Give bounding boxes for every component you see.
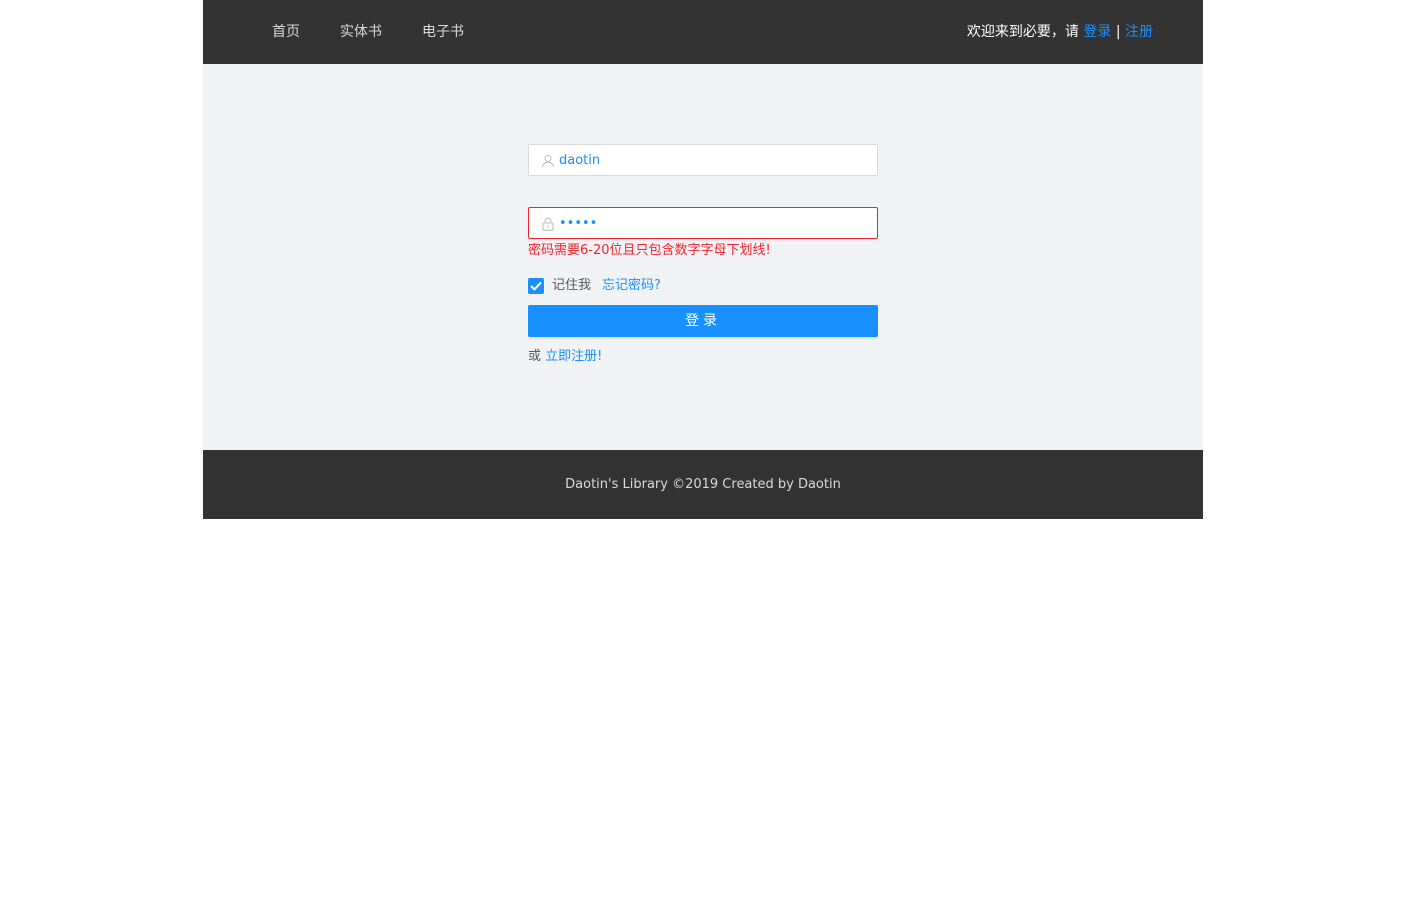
user-icon bbox=[541, 153, 555, 168]
checkmark-icon bbox=[530, 281, 542, 291]
forgot-password-link[interactable]: 忘记密码? bbox=[602, 277, 661, 295]
login-button[interactable]: 登录 bbox=[528, 305, 878, 337]
footer-copyright: Daotin's Library ©2019 Created by Daotin bbox=[565, 477, 841, 492]
remember-checkbox[interactable] bbox=[528, 278, 544, 294]
password-error-message: 密码需要6-20位且只包含数字字母下划线! bbox=[528, 243, 771, 258]
welcome-bar: 欢迎来到必要，请 登录 | 注册 bbox=[967, 21, 1153, 43]
lock-icon bbox=[541, 216, 555, 231]
username-input[interactable] bbox=[559, 145, 869, 175]
remember-label[interactable]: 记住我 bbox=[552, 277, 591, 295]
register-now-link[interactable]: 立即注册! bbox=[545, 349, 602, 364]
nav-item-physical-books[interactable]: 实体书 bbox=[340, 21, 382, 43]
nav-item-ebooks[interactable]: 电子书 bbox=[422, 21, 464, 43]
register-prefix: 或 bbox=[528, 349, 546, 364]
page-footer: Daotin's Library ©2019 Created by Daotin bbox=[203, 450, 1203, 519]
register-row: 或 立即注册! bbox=[528, 348, 602, 366]
page-container: 首页 实体书 电子书 欢迎来到必要，请 登录 | 注册 daotin •••••… bbox=[203, 0, 1203, 519]
password-input[interactable] bbox=[559, 208, 869, 238]
welcome-text: 欢迎来到必要，请 bbox=[966, 24, 1084, 40]
username-field[interactable] bbox=[528, 144, 878, 176]
nav-item-home[interactable]: 首页 bbox=[272, 21, 300, 43]
password-field[interactable] bbox=[528, 207, 878, 239]
top-header: 首页 实体书 电子书 欢迎来到必要，请 登录 | 注册 bbox=[203, 0, 1203, 64]
header-login-link[interactable]: 登录 bbox=[1083, 24, 1111, 40]
header-register-link[interactable]: 注册 bbox=[1125, 24, 1153, 40]
header-separator: | bbox=[1111, 24, 1125, 40]
remember-row: 记住我 忘记密码? bbox=[528, 278, 878, 294]
